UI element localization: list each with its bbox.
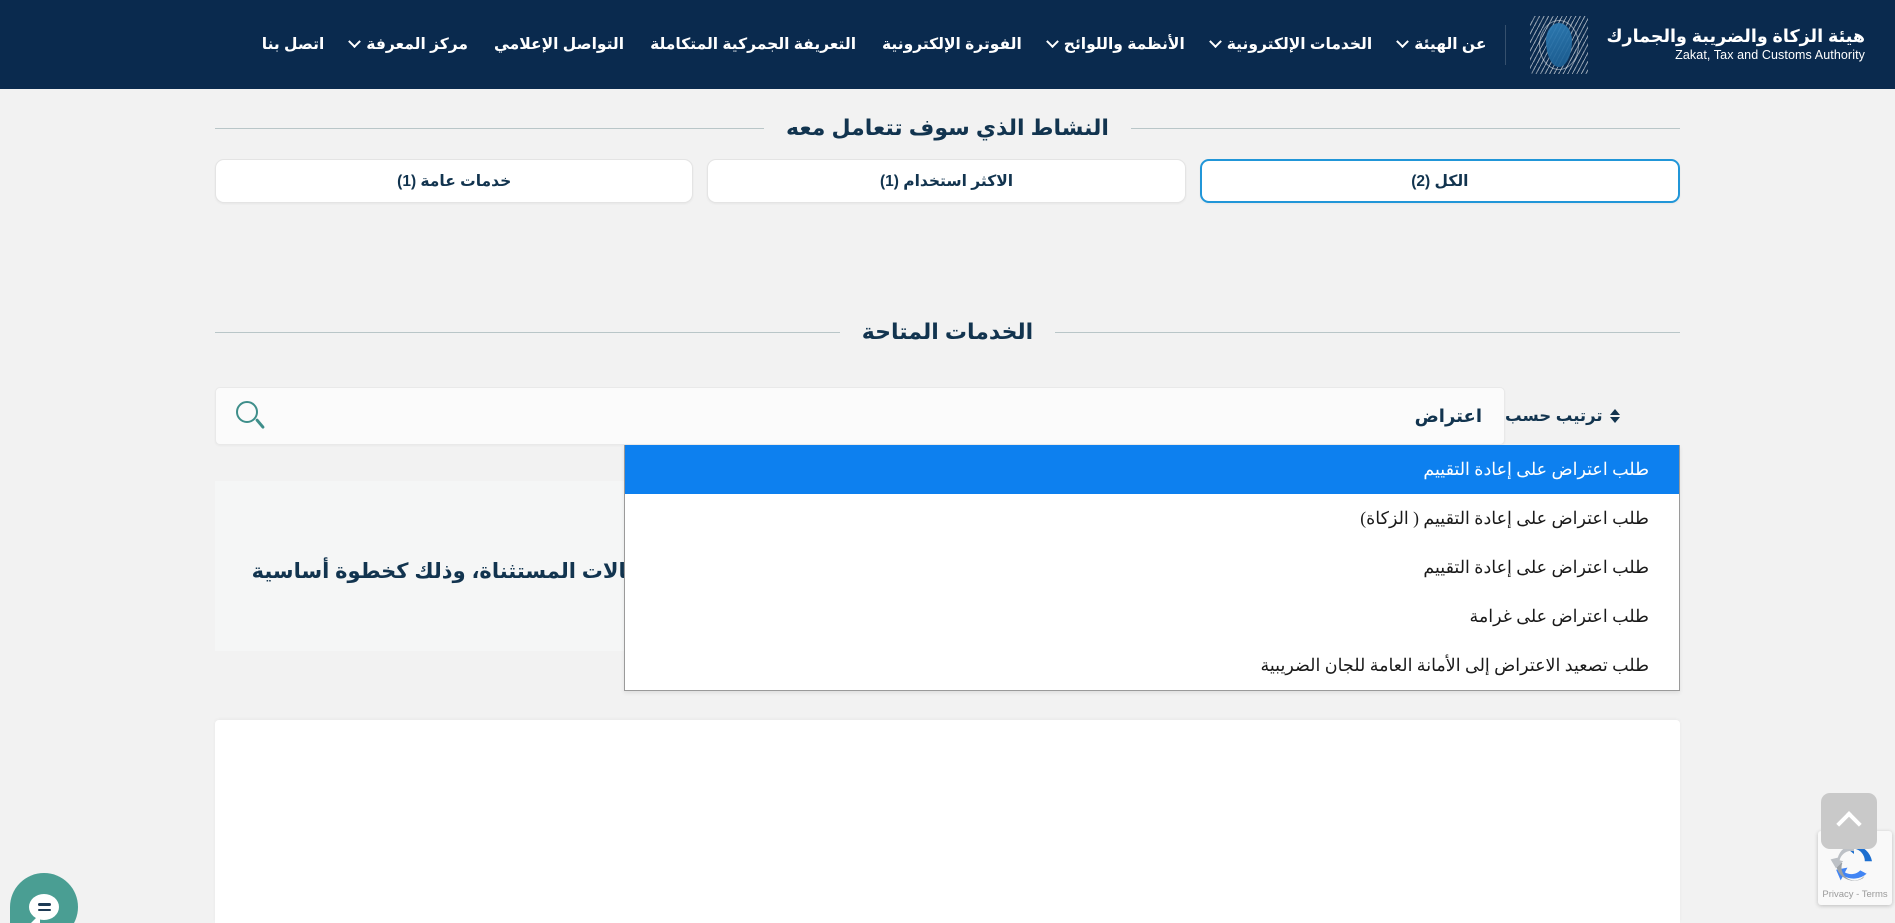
suggestion-item[interactable]: طلب اعتراض على إعادة التقييم ( الزكاة) <box>625 494 1679 543</box>
zatca-logo-icon <box>1530 15 1589 74</box>
page-body: النشاط الذي سوف تتعامل معه الكل (2) الاك… <box>0 89 1895 923</box>
main-menu: عن الهيئة الخدمات الإلكترونية الأنظمة وا… <box>249 25 1500 64</box>
suggestion-item[interactable]: طلب تصعيد الاعتراض إلى الأمانة العامة لل… <box>625 641 1679 690</box>
lower-content-panel <box>215 720 1680 923</box>
logo-arabic-name: هيئة الزكاة والضريبة والجمارك <box>1606 25 1865 46</box>
nav-item-label: الخدمات الإلكترونية <box>1226 36 1373 53</box>
nav-item-label: الفوترة الإلكترونية <box>882 36 1022 53</box>
chevron-up-icon <box>1836 811 1862 837</box>
nav-item-label: اتصل بنا <box>261 36 325 53</box>
heading-rule-right <box>1130 127 1680 129</box>
nav-item-label: التعريفة الجمركية المتكاملة <box>650 36 857 53</box>
scroll-to-top-button[interactable] <box>1821 793 1877 849</box>
activity-tabs: الكل (2) الاكثر استخدام (1) خدمات عامة (… <box>215 159 1680 203</box>
recaptcha-text: Privacy - Terms <box>1822 889 1888 900</box>
search-suggestions-dropdown: طلب اعتراض على إعادة التقييم طلب اعتراض … <box>624 445 1680 691</box>
nav-item-customs-tariff[interactable]: التعريفة الجمركية المتكاملة <box>637 25 869 64</box>
chevron-down-icon <box>1208 35 1222 49</box>
search-row: ترتيب حسب <box>215 387 1680 445</box>
chat-bubble-widget[interactable] <box>10 873 78 923</box>
service-search-area: ترتيب حسب طلب اعتراض على إعادة التقيي <box>215 387 1680 691</box>
search-box[interactable] <box>215 387 1505 445</box>
chevron-down-icon <box>348 35 362 49</box>
services-section-title: الخدمات المتاحة <box>861 319 1034 344</box>
site-logo[interactable]: هيئة الزكاة والضريبة والجمارك Zakat, Tax… <box>1530 15 1865 74</box>
sort-by-control[interactable]: ترتيب حسب <box>1505 406 1680 426</box>
tab-most-used[interactable]: الاكثر استخدام (1) <box>707 159 1186 203</box>
suggestion-label: طلب اعتراض على إعادة التقييم <box>1423 557 1649 577</box>
nav-item-label: التواصل الإعلامي <box>493 36 625 53</box>
search-icon[interactable] <box>234 399 268 433</box>
top-navigation-bar: هيئة الزكاة والضريبة والجمارك Zakat, Tax… <box>0 0 1895 89</box>
activity-section-title: النشاط الذي سوف تتعامل معه <box>786 115 1109 140</box>
chevron-down-icon <box>1045 35 1059 49</box>
nav-item-label: مركز المعرفة <box>366 36 468 53</box>
heading-rule-right <box>1055 331 1680 333</box>
nav-item-knowledge-center[interactable]: مركز المعرفة <box>337 25 481 64</box>
sort-arrows-icon <box>1609 409 1620 423</box>
suggestion-label: طلب اعتراض على إعادة التقييم ( الزكاة) <box>1360 508 1649 528</box>
heading-rule-left <box>214 127 765 129</box>
content-container: النشاط الذي سوف تتعامل معه الكل (2) الاك… <box>214 115 1680 691</box>
suggestion-label: طلب تصعيد الاعتراض إلى الأمانة العامة لل… <box>1260 655 1649 675</box>
chevron-down-icon <box>1396 35 1410 49</box>
nav-item-regulations[interactable]: الأنظمة واللوائح <box>1035 25 1198 64</box>
tab-label: الكل (2) <box>1411 172 1469 190</box>
nav-item-eservices[interactable]: الخدمات الإلكترونية <box>1198 25 1385 64</box>
nav-item-contact-us[interactable]: اتصل بنا <box>249 25 338 64</box>
suggestion-item[interactable]: طلب اعتراض على إعادة التقييم <box>625 445 1679 494</box>
suggestion-item[interactable]: طلب اعتراض على إعادة التقييم <box>625 543 1679 592</box>
logo-english-name: Zakat, Tax and Customs Authority <box>1675 47 1865 62</box>
suggestion-label: طلب اعتراض على غرامة <box>1469 606 1649 626</box>
nav-item-einvoicing[interactable]: الفوترة الإلكترونية <box>869 25 1035 64</box>
nav-item-label: الأنظمة واللوائح <box>1063 36 1185 53</box>
heading-rule-left <box>215 331 840 333</box>
nav-item-label: عن الهيئة <box>1414 36 1487 53</box>
tab-label: خدمات عامة (1) <box>397 172 512 190</box>
nav-item-about[interactable]: عن الهيئة <box>1385 25 1499 64</box>
suggestion-item[interactable]: طلب اعتراض على غرامة <box>625 592 1679 641</box>
services-section-heading: الخدمات المتاحة <box>215 319 1680 345</box>
tab-all[interactable]: الكل (2) <box>1199 159 1680 203</box>
logo-text: هيئة الزكاة والضريبة والجمارك Zakat, Tax… <box>1602 26 1865 64</box>
tab-general-services[interactable]: خدمات عامة (1) <box>215 159 694 203</box>
nav-divider <box>1505 24 1507 65</box>
search-input[interactable] <box>268 405 1482 427</box>
activity-section-heading: النشاط الذي سوف تتعامل معه <box>214 115 1680 141</box>
tab-label: الاكثر استخدام (1) <box>879 172 1014 190</box>
nav-item-media[interactable]: التواصل الإعلامي <box>481 25 637 64</box>
sort-by-label: ترتيب حسب <box>1505 407 1603 425</box>
chat-icon <box>29 894 59 920</box>
suggestion-label: طلب اعتراض على إعادة التقييم <box>1423 459 1649 479</box>
